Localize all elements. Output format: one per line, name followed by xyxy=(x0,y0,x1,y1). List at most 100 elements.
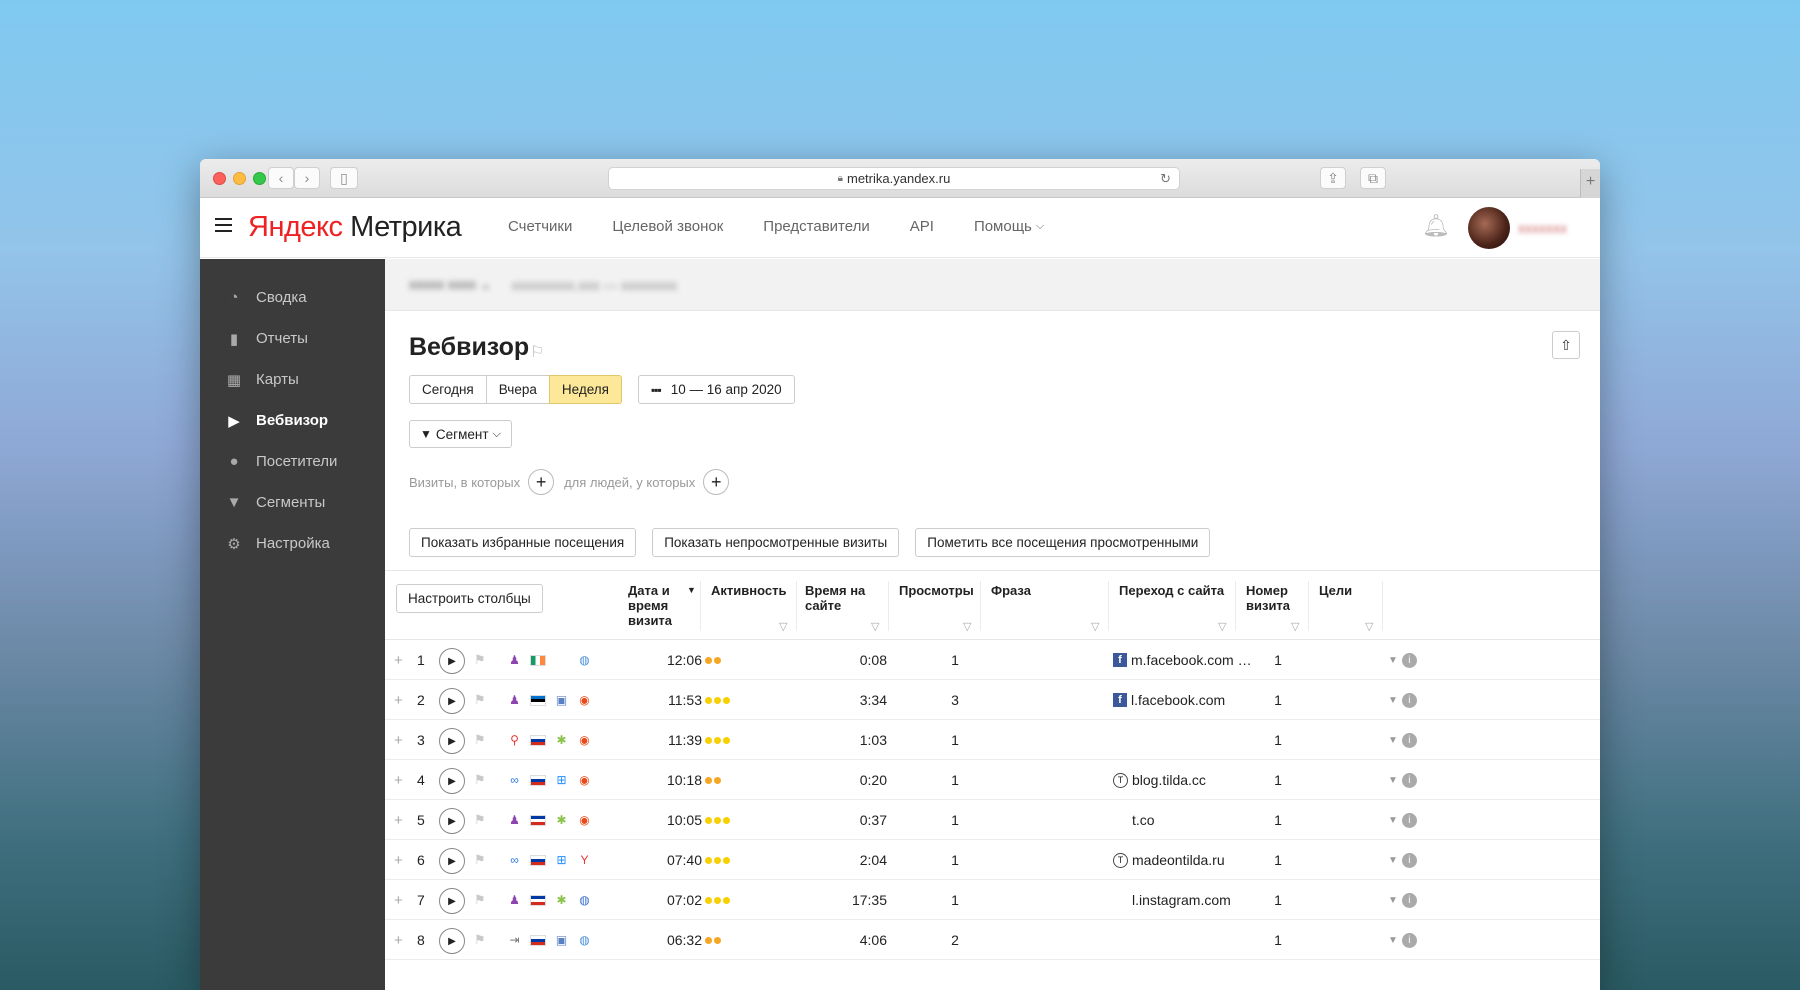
table-row[interactable]: +2 ▶ ⚑ ♟ ▣ ◉ 11:53 3:34 3 f l.facebook.com 1 ▼ i xyxy=(385,680,1600,720)
flag-icon[interactable]: ⚑ xyxy=(474,800,486,840)
play-button[interactable]: ▶ xyxy=(439,728,465,754)
bell-icon[interactable]: 🔔︎ xyxy=(1422,213,1450,239)
filter-icon[interactable]: ▼ xyxy=(1388,895,1398,906)
filter-icon[interactable]: ▽ xyxy=(871,620,879,633)
col-views[interactable]: Просмотры xyxy=(899,583,974,598)
expand-row-icon[interactable]: + xyxy=(394,880,403,920)
tabs-button[interactable]: ⧉ xyxy=(1360,167,1386,189)
col-visit-number[interactable]: Номер визита xyxy=(1246,583,1296,613)
show-favorites-button[interactable]: Показать избранные посещения xyxy=(409,528,637,557)
mark-all-viewed-button[interactable]: Пометить все посещения просмотренными xyxy=(915,528,1211,557)
period-today[interactable]: Сегодня xyxy=(409,375,487,404)
play-button[interactable]: ▶ xyxy=(439,848,465,874)
expand-row-icon[interactable]: + xyxy=(394,640,403,680)
filter-icon[interactable]: ▽ xyxy=(779,620,787,633)
expand-row-icon[interactable]: + xyxy=(394,800,403,840)
sidebar-item-0[interactable]: ◔ Сводка xyxy=(200,277,385,318)
new-tab-button[interactable]: + xyxy=(1580,169,1600,198)
show-unviewed-button[interactable]: Показать непросмотренные визиты xyxy=(652,528,900,557)
flag-icon[interactable]: ⚑ xyxy=(474,680,486,720)
user-name-blurred[interactable]: xxxxxxx xyxy=(1518,220,1567,236)
play-button[interactable]: ▶ xyxy=(439,688,465,714)
expand-row-icon[interactable]: + xyxy=(394,720,403,760)
referrer-link[interactable]: blog.tilda.cc xyxy=(1132,772,1206,788)
reload-icon[interactable]: ↻ xyxy=(1160,171,1171,187)
menu-icon[interactable] xyxy=(215,218,232,236)
nav-help[interactable]: Помощь xyxy=(974,218,1032,235)
table-row[interactable]: +4 ▶ ⚑ ∞ ⊞ ◉ 10:18 0:20 1 Tblog.tilda.cc 1 ▼ i xyxy=(385,760,1600,800)
info-icon[interactable]: i xyxy=(1401,812,1417,828)
flag-icon[interactable]: ⚑ xyxy=(474,920,486,960)
col-phrase[interactable]: Фраза xyxy=(991,583,1031,598)
segment-button[interactable]: ▼ Сегмент ⌵ xyxy=(409,420,512,448)
flag-icon[interactable]: ⚑ xyxy=(474,720,486,760)
filter-icon[interactable]: ▼ xyxy=(1388,695,1398,706)
add-visit-condition-button[interactable]: + xyxy=(528,469,555,495)
play-button[interactable]: ▶ xyxy=(439,648,465,674)
col-referrer[interactable]: Переход с сайта xyxy=(1119,583,1224,598)
sidebar-item-2[interactable]: ▦ Карты xyxy=(200,359,385,400)
filter-icon[interactable]: ▼ xyxy=(1388,655,1398,666)
referrer-link[interactable]: m.facebook.com … xyxy=(1131,652,1252,668)
avatar[interactable] xyxy=(1468,207,1510,249)
filter-icon[interactable]: ▽ xyxy=(1218,620,1226,633)
maximize-window-button[interactable] xyxy=(253,172,266,185)
export-button[interactable]: ⇧ xyxy=(1552,331,1580,359)
period-yesterday[interactable]: Вчера xyxy=(485,375,550,404)
info-icon[interactable]: i xyxy=(1401,652,1417,668)
nav-api[interactable]: API xyxy=(910,218,934,235)
info-icon[interactable]: i xyxy=(1401,852,1417,868)
filter-icon[interactable]: ▼ xyxy=(1388,855,1398,866)
table-row[interactable]: +8 ▶ ⚑ ⇥ ▣ ◍ 06:32 4:06 2 1 ▼ i xyxy=(385,920,1600,960)
filter-icon[interactable]: ▼ xyxy=(1388,735,1398,746)
sidebar-item-4[interactable]: ● Посетители xyxy=(200,441,385,482)
sidebar-toggle-button[interactable]: ▯ xyxy=(330,167,358,189)
flag-icon[interactable]: ⚑ xyxy=(474,760,486,800)
table-row[interactable]: +6 ▶ ⚑ ∞ ⊞ Y 07:40 2:04 1 Tmadeontilda.ru 1 ▼ i xyxy=(385,840,1600,880)
referrer-link[interactable]: madeontilda.ru xyxy=(1132,852,1225,868)
table-row[interactable]: +3 ▶ ⚑ ⚲ ✱ ◉ 11:39 1:03 1 1 ▼ i xyxy=(385,720,1600,760)
info-icon[interactable]: i xyxy=(1401,892,1417,908)
expand-row-icon[interactable]: + xyxy=(394,680,403,720)
add-people-condition-button[interactable]: + xyxy=(703,469,730,495)
expand-row-icon[interactable]: + xyxy=(394,760,403,800)
period-week[interactable]: Неделя xyxy=(548,375,622,404)
flag-icon[interactable]: ⚑ xyxy=(474,880,486,920)
expand-row-icon[interactable]: + xyxy=(394,920,403,960)
referrer-link[interactable]: l.instagram.com xyxy=(1132,892,1231,908)
date-range-button[interactable]: ▪▪▪ 10 — 16 апр 2020 xyxy=(638,375,795,404)
logo[interactable]: Яндекс Метрика xyxy=(248,211,462,244)
sidebar-item-6[interactable]: ⚙ Настройка xyxy=(200,523,385,564)
filter-icon[interactable]: ▼ xyxy=(1388,935,1398,946)
minimize-window-button[interactable] xyxy=(233,172,246,185)
table-row[interactable]: +5 ▶ ⚑ ♟ ✱ ◉ 10:05 0:37 1 t.co 1 ▼ i xyxy=(385,800,1600,840)
col-goals[interactable]: Цели xyxy=(1319,583,1352,598)
sort-desc-icon[interactable]: ▼ xyxy=(687,583,696,598)
nav-target-call[interactable]: Целевой звонок xyxy=(612,218,723,235)
forward-button[interactable]: › xyxy=(294,167,320,189)
close-window-button[interactable] xyxy=(213,172,226,185)
play-button[interactable]: ▶ xyxy=(439,808,465,834)
col-activity[interactable]: Активность xyxy=(711,583,786,598)
info-icon[interactable]: i xyxy=(1401,732,1417,748)
filter-icon[interactable]: ▽ xyxy=(1291,620,1299,633)
filter-icon[interactable]: ▽ xyxy=(963,620,971,633)
flag-icon[interactable]: ⚑ xyxy=(474,840,486,880)
filter-icon[interactable]: ▼ xyxy=(1388,815,1398,826)
bookmark-icon[interactable]: ⚐ xyxy=(530,342,544,362)
expand-row-icon[interactable]: + xyxy=(394,840,403,880)
nav-counters[interactable]: Счетчики xyxy=(508,218,572,235)
filter-icon[interactable]: ▽ xyxy=(1365,620,1373,633)
play-button[interactable]: ▶ xyxy=(439,888,465,914)
info-icon[interactable]: i xyxy=(1401,772,1417,788)
sidebar-item-5[interactable]: ▼ Сегменты xyxy=(200,482,385,523)
play-button[interactable]: ▶ xyxy=(439,928,465,954)
nav-representatives[interactable]: Представители xyxy=(763,218,869,235)
play-button[interactable]: ▶ xyxy=(439,768,465,794)
filter-icon[interactable]: ▼ xyxy=(1388,775,1398,786)
sidebar-item-1[interactable]: ▮ Отчеты xyxy=(200,318,385,359)
referrer-link[interactable]: t.co xyxy=(1132,812,1155,828)
referrer-link[interactable]: l.facebook.com xyxy=(1131,692,1225,708)
info-icon[interactable]: i xyxy=(1401,932,1417,948)
col-duration[interactable]: Время на сайте xyxy=(805,583,875,613)
